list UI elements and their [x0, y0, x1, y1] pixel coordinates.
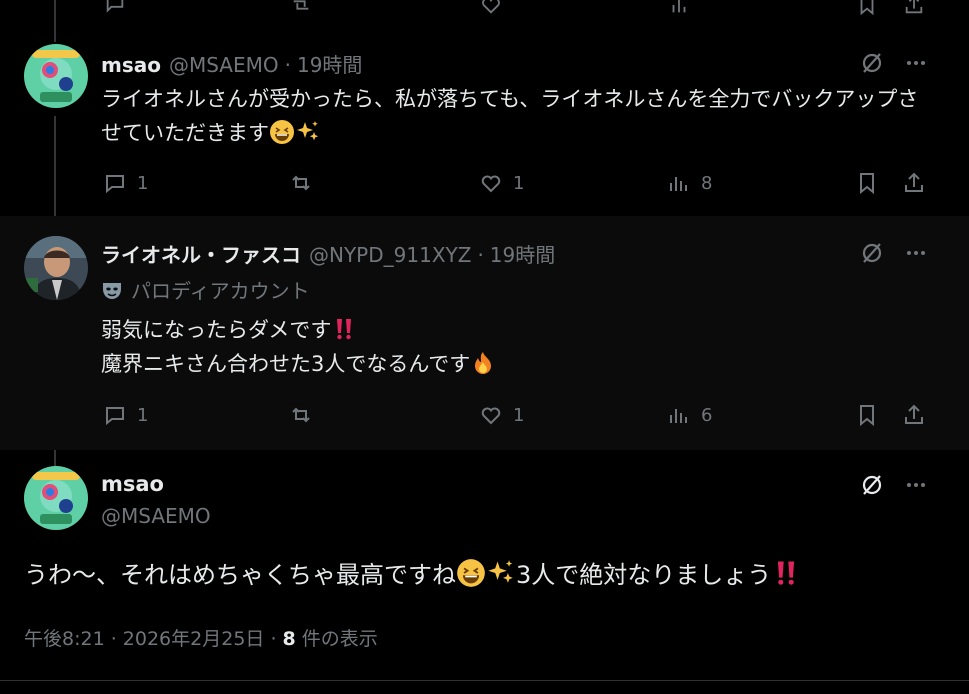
post-timestamp[interactable]: 午後8:21 · 2026年2月25日 · [24, 628, 283, 650]
bookmark-button[interactable] [855, 168, 879, 198]
like-button[interactable]: 1 [479, 168, 524, 198]
main-post-text: うわ〜、それはめちゃくちゃ最高ですね 3人で絶対なりましょう [24, 557, 801, 593]
more-icon[interactable] [903, 50, 929, 76]
separator-dot: · [284, 53, 291, 77]
post-meta: 午後8:21 · 2026年2月25日 · 8 件の表示 [24, 624, 378, 651]
reply-icon [106, 175, 124, 194]
grinning-squinting-face-icon [456, 558, 486, 588]
share-button[interactable] [902, 168, 926, 198]
like-icon [481, 175, 501, 193]
post-text: ライオネルさんが受かったら、私が落ちても、ライオネルさんを全力でバックアップさせ… [101, 82, 931, 150]
reply-post-msao[interactable]: msao @MSAEMO · 19時間 ライオネルさんが受かったら、私が落ちても… [0, 0, 969, 216]
user-handle[interactable]: @MSAEMO [169, 53, 279, 77]
grok-icon[interactable] [859, 50, 885, 76]
view-suffix: 件の表示 [295, 628, 378, 650]
post-time[interactable]: 19時間 [297, 49, 362, 78]
user-handle[interactable]: @MSAEMO [101, 504, 211, 528]
view-count: 8 [701, 172, 713, 194]
main-text-part2: 3人で絶対なりましょう [516, 561, 772, 589]
display-name[interactable]: msao [101, 472, 164, 496]
display-name[interactable]: msao [101, 53, 161, 77]
bookmark-icon [860, 173, 874, 195]
more-icon[interactable] [903, 472, 929, 498]
like-count: 1 [513, 172, 525, 194]
sparkles-icon [295, 119, 321, 145]
reply-post-background [0, 216, 969, 450]
views-button[interactable]: 8 [667, 168, 712, 198]
grok-icon[interactable] [859, 472, 885, 498]
post-text-content: ライオネルさんが受かったら、私が落ちても、ライオネルさんを全力でバックアップさせ… [101, 87, 919, 145]
view-count: 8 [282, 628, 296, 650]
share-icon [905, 172, 923, 192]
repost-icon [292, 175, 310, 191]
repost-button[interactable] [289, 168, 313, 198]
views-icon [670, 177, 687, 191]
reply-count: 1 [137, 172, 149, 194]
grinning-squinting-face-icon [269, 119, 295, 145]
divider [0, 680, 969, 681]
sparkles-icon [486, 558, 516, 588]
avatar[interactable] [24, 44, 88, 108]
double-exclamation-icon [771, 558, 801, 588]
action-bar: 1 1 8 [101, 168, 931, 198]
avatar[interactable] [24, 466, 88, 530]
post-header: msao @MSAEMO · 19時間 [101, 49, 362, 78]
main-text-part1: うわ〜、それはめちゃくちゃ最高ですね [24, 561, 456, 589]
reply-button[interactable]: 1 [103, 168, 148, 198]
